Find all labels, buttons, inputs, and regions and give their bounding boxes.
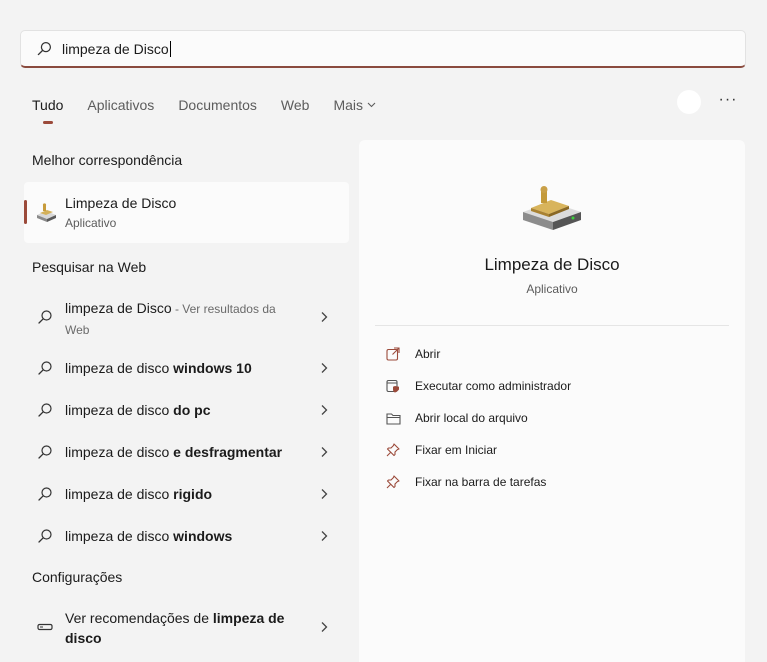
chevron-right-icon (321, 312, 328, 322)
web-result-text: limpeza de disco e desfragmentar (65, 444, 283, 460)
chevron-right-icon (321, 405, 328, 415)
action-executar-admin[interactable]: Executar como administrador (385, 376, 571, 396)
search-icon (38, 403, 52, 417)
web-result-row[interactable]: limpeza de disco e desfragmentar (24, 431, 349, 473)
best-match-item[interactable]: Limpeza de Disco Aplicativo (24, 182, 349, 243)
detail-app-name: Limpeza de Disco (484, 255, 620, 274)
tab-mais-label: Mais (333, 97, 364, 113)
tab-web[interactable]: Web (281, 97, 310, 113)
chevron-down-icon (367, 102, 376, 108)
best-match-type: Aplicativo (65, 216, 117, 230)
chevron-right-icon (321, 363, 328, 373)
section-title-settings: Configurações (32, 569, 123, 585)
search-icon (37, 41, 53, 57)
best-match-name: Limpeza de Disco (65, 195, 177, 211)
web-result-text: limpeza de disco windows 10 (65, 360, 252, 376)
more-options-button[interactable]: ··· (716, 92, 740, 112)
tab-aplicativos[interactable]: Aplicativos (87, 97, 154, 113)
disk-cleanup-icon (37, 203, 56, 222)
tab-tudo[interactable]: Tudo (32, 97, 63, 124)
detail-app-type: Aplicativo (526, 282, 578, 296)
open-external-icon (385, 346, 401, 362)
action-fixar-iniciar[interactable]: Fixar em Iniciar (385, 440, 497, 460)
search-icon (38, 529, 52, 543)
pin-icon (385, 474, 401, 490)
tab-mais[interactable]: Mais (333, 97, 376, 113)
text-caret (169, 40, 171, 57)
section-title-web: Pesquisar na Web (32, 259, 147, 275)
tab-documentos[interactable]: Documentos (178, 97, 257, 113)
search-box[interactable]: limpeza de Disco (20, 30, 746, 68)
disk-cleanup-icon (523, 186, 581, 230)
avatar[interactable] (677, 90, 701, 114)
action-label: Abrir (415, 347, 441, 361)
search-icon (38, 310, 52, 324)
web-result-text: limpeza de disco windows (65, 528, 233, 544)
action-label: Executar como administrador (415, 379, 572, 393)
action-fixar-barra[interactable]: Fixar na barra de tarefas (385, 472, 546, 492)
chevron-right-icon (321, 447, 328, 457)
selection-indicator (24, 200, 27, 224)
settings-result-text: Ver recomendações de limpeza de disco (65, 610, 285, 646)
search-input[interactable]: limpeza de Disco (62, 40, 171, 57)
chevron-right-icon (321, 489, 328, 499)
web-result-row[interactable]: limpeza de disco windows (24, 515, 349, 557)
web-result-row[interactable]: limpeza de disco do pc (24, 389, 349, 431)
search-icon (38, 361, 52, 375)
action-label: Fixar em Iniciar (415, 443, 498, 457)
web-result-row[interactable]: limpeza de disco rigido (24, 473, 349, 515)
filter-tabs: Tudo Aplicativos Documentos Web Mais (32, 95, 400, 124)
detail-pane: Limpeza de Disco Aplicativo Abrir Execut… (359, 140, 745, 662)
action-abrir-local[interactable]: Abrir local do arquivo (385, 408, 528, 428)
storage-settings-icon (37, 623, 53, 631)
search-icon (38, 487, 52, 501)
web-result-row[interactable]: limpeza de Disco - Ver resultados da Web (24, 296, 349, 338)
divider (375, 325, 729, 326)
web-result-text: limpeza de disco do pc (65, 402, 211, 418)
pin-icon (385, 442, 401, 458)
action-abrir[interactable]: Abrir (385, 344, 440, 364)
web-result-row[interactable]: limpeza de disco windows 10 (24, 347, 349, 389)
action-label: Fixar na barra de tarefas (415, 475, 547, 489)
search-icon (38, 445, 52, 459)
settings-result-row[interactable]: Ver recomendações de limpeza de disco (24, 606, 349, 648)
folder-icon (385, 410, 401, 426)
chevron-right-icon (321, 622, 328, 632)
admin-shield-icon (385, 378, 401, 394)
web-result-text: limpeza de disco rigido (65, 486, 213, 502)
web-result-text: limpeza de Disco - Ver resultados da Web (65, 300, 276, 337)
action-label: Abrir local do arquivo (415, 411, 528, 425)
chevron-right-icon (321, 531, 328, 541)
section-title-best-match: Melhor correspondência (32, 152, 183, 168)
